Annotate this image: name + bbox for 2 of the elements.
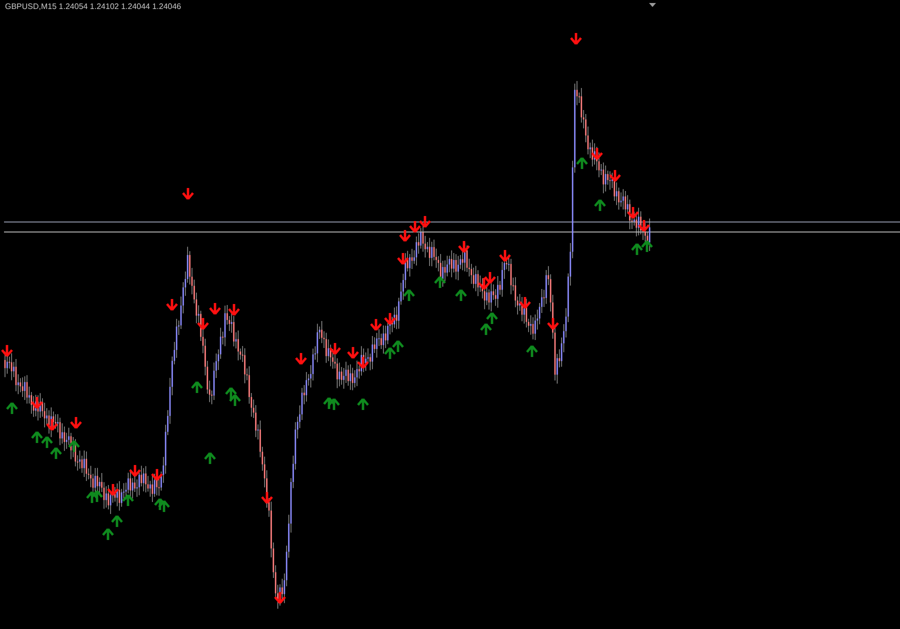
chart-shift-marker-icon[interactable] [649, 3, 656, 7]
chart-title: GBPUSD,M15 1.24054 1.24102 1.24044 1.24046 [5, 2, 182, 11]
